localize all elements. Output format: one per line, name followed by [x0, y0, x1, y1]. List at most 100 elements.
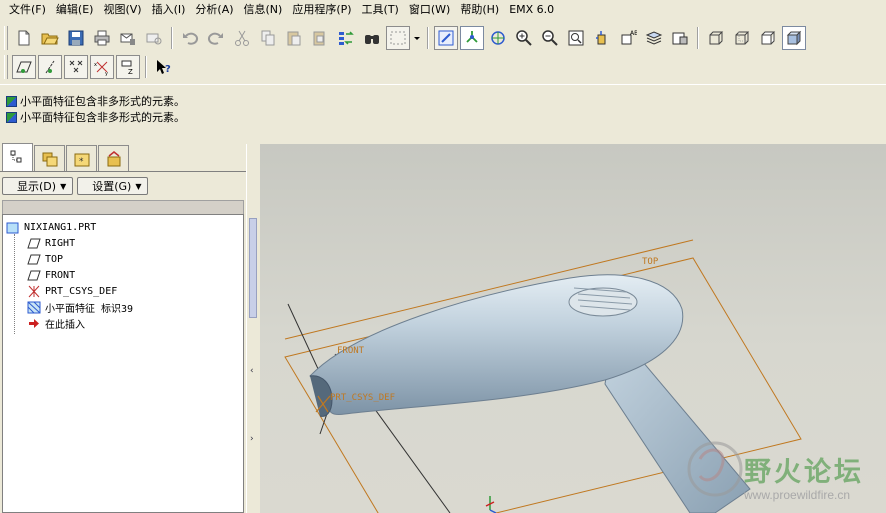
reorient-button[interactable] [590, 26, 614, 50]
saved-views-button[interactable]: AB [616, 26, 640, 50]
dryer-vent-grille[interactable] [568, 287, 638, 317]
menu-applications[interactable]: 应用程序(P) [287, 1, 356, 19]
cut-button[interactable] [230, 26, 254, 50]
annotation-display-button[interactable]: Z [116, 55, 140, 79]
datum-axis-display-button[interactable] [38, 55, 62, 79]
selection-box-button[interactable] [386, 26, 410, 50]
tree-item-right[interactable]: RIGHT [3, 235, 243, 251]
dryer-handle[interactable] [604, 348, 751, 513]
panel-splitter[interactable]: ‹ › [246, 144, 260, 513]
show-menu-button[interactable]: 显示(D) ▼ [2, 177, 74, 195]
tree-item-front[interactable]: FRONT [3, 267, 243, 283]
navigator-tabs: * [0, 143, 246, 172]
tab-connections[interactable] [98, 145, 129, 171]
copy-button[interactable] [256, 26, 280, 50]
mail-attach-button[interactable] [142, 26, 166, 50]
toolbar-separator [145, 56, 147, 78]
regenerate-button[interactable] [334, 26, 358, 50]
paste-special-button[interactable] [308, 26, 332, 50]
datum-csys-display-button[interactable]: xy [90, 55, 114, 79]
menu-tools[interactable]: 工具(T) [357, 1, 404, 19]
chevron-down-icon: ▼ [60, 181, 67, 191]
tree-item-insert-here[interactable]: 在此插入 [3, 315, 243, 331]
menu-help[interactable]: 帮助(H) [455, 1, 504, 19]
menu-view[interactable]: 视图(V) [98, 1, 146, 19]
menu-analysis[interactable]: 分析(A) [190, 1, 238, 19]
toolbar-grip[interactable] [4, 26, 8, 50]
layers-button[interactable] [642, 26, 666, 50]
datum-toolbar: xy Z ? [0, 52, 886, 82]
graphics-window[interactable]: TOP FRONT PRT_CSYS_DEF 野火论坛 www.proewild… [260, 144, 886, 513]
no-hidden-button[interactable] [756, 26, 780, 50]
undo-button[interactable] [178, 26, 202, 50]
tree-item-root[interactable]: NIXIANG1.PRT [3, 219, 243, 235]
tree-item-csys[interactable]: PRT_CSYS_DEF [3, 283, 243, 299]
datum-plane-display-button[interactable] [12, 55, 36, 79]
print-button[interactable] [90, 26, 114, 50]
open-file-button[interactable] [38, 26, 62, 50]
chevron-left-icon[interactable]: ‹ [250, 366, 254, 376]
view-manager-button[interactable] [668, 26, 692, 50]
datum-plane-icon [27, 269, 41, 282]
spin-center-button[interactable] [460, 26, 484, 50]
show-menu-label: 显示(D) [17, 180, 57, 193]
tree-item-label: PRT_CSYS_DEF [45, 285, 118, 297]
folder-open-icon [41, 33, 59, 45]
find-button[interactable] [360, 26, 384, 50]
orient-mode-button[interactable] [486, 26, 510, 50]
folders-icon [42, 152, 57, 166]
favorites-folder-icon: * [74, 153, 89, 167]
splitter-handle[interactable] [249, 218, 257, 318]
shading-button[interactable] [782, 26, 806, 50]
menu-insert[interactable]: 插入(I) [147, 1, 191, 19]
context-help-button[interactable]: ? [152, 55, 176, 79]
printer-icon [94, 30, 110, 46]
tab-favorites[interactable]: * [66, 145, 97, 171]
datum-axis-icon [45, 60, 55, 74]
wireframe-button[interactable] [704, 26, 728, 50]
settings-menu-label: 设置(G) [92, 180, 132, 193]
refit-button[interactable] [564, 26, 588, 50]
insert-arrow-icon [27, 317, 41, 330]
hidden-line-button[interactable] [730, 26, 754, 50]
message-area: 小平面特征包含非多形式的元素。 小平面特征包含非多形式的元素。 [0, 84, 886, 140]
svg-text:AB: AB [630, 30, 637, 37]
tree-item-label: 小平面特征 标识39 [45, 303, 134, 315]
new-file-button[interactable] [12, 26, 36, 50]
menu-file[interactable]: 文件(F) [4, 1, 51, 19]
repaint-button[interactable] [434, 26, 458, 50]
selection-dropdown[interactable] [412, 26, 422, 50]
chevron-right-icon[interactable]: › [250, 434, 254, 444]
redo-button[interactable] [204, 26, 228, 50]
orient-icon [491, 31, 505, 45]
send-mail-button[interactable] [116, 26, 140, 50]
paste-button[interactable] [282, 26, 306, 50]
undo-icon [183, 32, 199, 45]
main-toolbar: AB [0, 22, 886, 54]
tree-item-label: RIGHT [45, 237, 76, 249]
datum-point-display-button[interactable] [64, 55, 88, 79]
menu-window[interactable]: 窗口(W) [404, 1, 455, 19]
datum-plane-icon [16, 61, 32, 73]
binoculars-icon [365, 35, 379, 44]
tab-folder-browser[interactable] [34, 145, 65, 171]
reorient-icon [596, 31, 606, 45]
toolbar-separator [171, 27, 173, 49]
selection-box-icon [390, 31, 406, 45]
datum-point-icon [69, 60, 83, 73]
svg-text:*: * [79, 157, 84, 167]
tab-model-tree[interactable] [2, 143, 33, 171]
scissors-icon [235, 30, 249, 46]
menu-edit[interactable]: 编辑(E) [51, 1, 99, 19]
toolbar-grip[interactable] [4, 55, 8, 79]
menu-bar: 文件(F) 编辑(E) 视图(V) 插入(I) 分析(A) 信息(N) 应用程序… [0, 0, 886, 20]
save-button[interactable] [64, 26, 88, 50]
menu-info[interactable]: 信息(N) [239, 1, 288, 19]
settings-menu-button[interactable]: 设置(G) ▼ [77, 177, 149, 195]
watermark-url: www.proewildfire.cn [744, 488, 851, 502]
tree-item-top[interactable]: TOP [3, 251, 243, 267]
zoom-in-button[interactable] [512, 26, 536, 50]
menu-emx[interactable]: EMX 6.0 [504, 1, 559, 19]
tree-item-facet-feature[interactable]: 小平面特征 标识39 [3, 299, 243, 315]
zoom-out-button[interactable] [538, 26, 562, 50]
